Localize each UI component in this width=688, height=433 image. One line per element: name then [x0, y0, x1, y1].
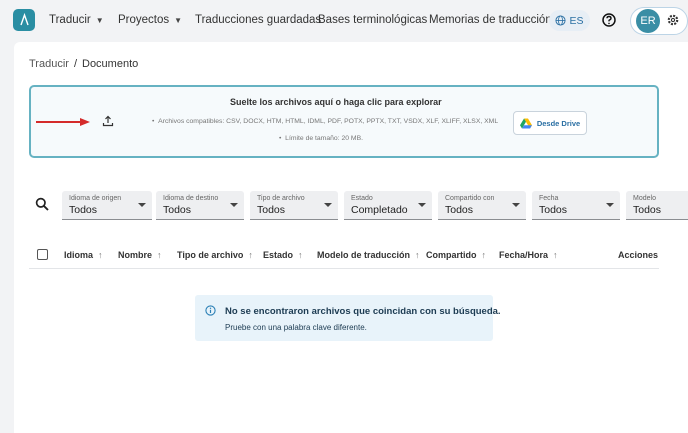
dropdown-caret-icon	[138, 203, 146, 207]
sort-arrow-up-icon: ↑	[98, 250, 103, 260]
nav-item-bases-terminologicas[interactable]: Bases terminológicas	[318, 14, 427, 26]
filter-modelo[interactable]: Modelo Todos	[626, 191, 688, 220]
column-label: Estado	[263, 250, 294, 260]
app-logo-icon[interactable]	[13, 9, 35, 31]
breadcrumb-parent[interactable]: Traducir	[29, 58, 69, 70]
breadcrumb-separator: /	[73, 58, 77, 70]
empty-state-message	[195, 295, 493, 341]
empty-state-subtitle: Pruebe con una palabra clave diferente.	[225, 323, 367, 332]
formats-text: Archivos compatibles: CSV, DOCX, HTM, HT…	[158, 118, 499, 125]
sort-arrow-up-icon: ↑	[157, 250, 162, 260]
upload-icon[interactable]	[102, 115, 114, 127]
language-code: ES	[569, 14, 584, 27]
dropdown-caret-icon	[606, 203, 614, 207]
column-header-compartido[interactable]: Compartido ↑	[426, 250, 486, 260]
breadcrumb: Traducir / Documento	[29, 58, 138, 70]
sort-arrow-up-icon: ↑	[248, 250, 253, 260]
nav-item-traducir[interactable]: Traducir ▼	[49, 14, 104, 26]
google-drive-icon	[519, 118, 532, 128]
nav-item-label: Memorias de traducción	[429, 14, 552, 26]
filter-idioma-de-origen[interactable]: Idioma de origen Todos	[62, 191, 152, 220]
filter-fecha[interactable]: Fecha Todos	[532, 191, 620, 220]
empty-state-title: No se encontraron archivos que coincidan…	[225, 306, 501, 317]
column-label: Compartido	[426, 250, 477, 260]
select-all-checkbox[interactable]	[37, 249, 48, 260]
filter-label: Tipo de archivo	[257, 195, 305, 202]
avatar[interactable]: ER	[636, 9, 660, 33]
top-navigation-bar: Traducir ▼ Proyectos ▼ Traducciones guar…	[0, 0, 688, 42]
filter-label: Modelo	[633, 195, 656, 202]
red-arrow-annotation-icon	[36, 118, 90, 126]
info-icon	[205, 305, 216, 316]
sort-arrow-up-icon: ↑	[415, 250, 420, 260]
filter-label: Compartido con	[445, 195, 495, 202]
filter-tipo-de-archivo[interactable]: Tipo de archivo Todos	[250, 191, 338, 220]
filter-estado[interactable]: Estado Completado	[344, 191, 432, 220]
filter-value: Todos	[539, 204, 568, 216]
sort-arrow-up-icon: ↑	[481, 250, 487, 260]
filter-idioma-de-destino[interactable]: Idioma de destino Todos	[156, 191, 244, 220]
column-header-tipo-de-archivo[interactable]: Tipo de archivo ↑	[177, 250, 253, 260]
filter-label: Estado	[351, 195, 373, 202]
avatar-initials: ER	[640, 15, 656, 27]
dropzone-formats: • Archivos compatibles: CSV, DOCX, HTM, …	[152, 118, 499, 125]
sort-arrow-up-icon: ↑	[553, 250, 558, 260]
chevron-down-icon: ▼	[174, 15, 183, 25]
column-header-modelo-de-traduccion[interactable]: Modelo de traducción ↑	[317, 250, 420, 260]
column-label: Modelo de traducción	[317, 250, 411, 260]
dropdown-caret-icon	[418, 203, 426, 207]
column-label: Fecha/Hora	[499, 250, 549, 260]
dropdown-caret-icon	[512, 203, 520, 207]
nav-item-memorias-de-traduccion[interactable]: Memorias de traducción	[429, 14, 552, 26]
column-label: Tipo de archivo	[177, 250, 244, 260]
breadcrumb-current: Documento	[82, 58, 139, 70]
globe-icon	[555, 15, 567, 26]
filter-label: Fecha	[539, 195, 559, 202]
column-label: Acciones	[618, 250, 659, 260]
filter-label: Idioma de destino	[163, 195, 219, 202]
filter-value: Todos	[69, 204, 98, 216]
search-icon[interactable]	[35, 197, 49, 211]
column-header-estado[interactable]: Estado ↑	[263, 250, 303, 260]
chevron-down-icon: ▼	[95, 15, 104, 25]
filter-label: Idioma de origen	[69, 195, 122, 202]
help-icon[interactable]	[602, 13, 616, 27]
limit-text: Límite de tamaño: 20 MB.	[285, 135, 363, 142]
nav-item-label: Bases terminológicas	[318, 14, 428, 26]
nav-item-proyectos[interactable]: Proyectos ▼	[118, 14, 182, 26]
column-header-nombre[interactable]: Nombre ↑	[118, 250, 162, 260]
column-header-acciones: Acciones	[618, 250, 658, 260]
dropzone-size-limit: • Límite de tamaño: 20 MB.	[279, 135, 363, 142]
column-label: Nombre	[118, 250, 153, 260]
nav-item-label: Traducir	[49, 14, 91, 26]
column-header-fecha-hora[interactable]: Fecha/Hora ↑	[499, 250, 558, 260]
filter-value: Todos	[633, 204, 662, 216]
dropdown-caret-icon	[324, 203, 332, 207]
filter-value: Todos	[163, 204, 192, 216]
sort-arrow-up-icon: ↑	[298, 250, 303, 260]
column-label: Idioma	[64, 250, 94, 260]
google-drive-button[interactable]: Desde Drive	[513, 111, 587, 135]
drive-button-label: Desde Drive	[536, 118, 581, 128]
gear-icon[interactable]	[666, 13, 680, 27]
dropdown-caret-icon	[230, 203, 238, 207]
language-selector[interactable]: ES	[549, 10, 590, 31]
filter-compartido-con[interactable]: Compartido con Todos	[438, 191, 526, 220]
filter-value: Todos	[257, 204, 286, 216]
dropzone-title: Suelte los archivos aquí o haga clic par…	[230, 97, 442, 107]
nav-item-label: Proyectos	[118, 14, 170, 26]
filter-value: Completado	[351, 204, 408, 216]
column-header-idioma[interactable]: Idioma ↑	[64, 250, 103, 260]
nav-item-traducciones-guardadas[interactable]: Traducciones guardadas	[195, 14, 321, 26]
nav-item-label: Traducciones guardadas	[195, 14, 322, 26]
filter-value: Todos	[445, 204, 474, 216]
